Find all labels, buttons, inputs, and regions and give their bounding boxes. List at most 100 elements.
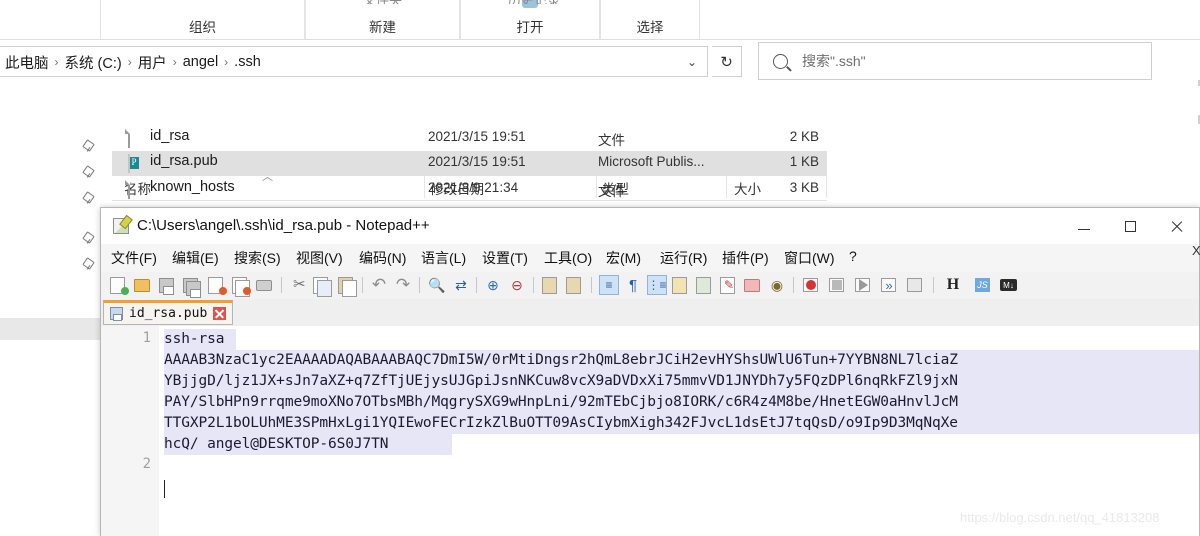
- pin-icon: [84, 233, 93, 244]
- breadcrumb-item-3[interactable]: angel: [179, 54, 222, 70]
- maximize-button[interactable]: [1107, 208, 1153, 244]
- pin-icon: [84, 259, 93, 270]
- open-folder-icon[interactable]: [133, 275, 153, 295]
- menu-item-run[interactable]: 运行(R): [660, 248, 707, 268]
- menu-item-settings[interactable]: 设置(T): [482, 248, 528, 268]
- sync-vertical-icon[interactable]: [541, 275, 561, 295]
- table-row[interactable]: id_rsa 2021/3/15 19:51 文件 2 KB: [112, 126, 827, 151]
- notepadpp-titlebar[interactable]: C:\Users\angel\.ssh\id_rsa.pub - Notepad…: [101, 208, 1199, 244]
- column-header-row: 名称 ︿ 修改日期 类型 大小: [0, 86, 1200, 201]
- tab-close-icon[interactable]: [213, 307, 227, 320]
- cut-icon[interactable]: ✂: [289, 275, 309, 295]
- ribbon-group-open[interactable]: 历史记录 打开: [460, 0, 600, 39]
- ribbon-group-organize[interactable]: 组织: [100, 0, 305, 39]
- toolbar-divider: [476, 277, 477, 293]
- code-content[interactable]: ssh-rsa AAAAB3NzaC1yc2EAAAADAQABAAABAQC7…: [164, 326, 1199, 536]
- function-list-icon[interactable]: ✎: [719, 275, 739, 295]
- menu-item-tools[interactable]: 工具(O): [544, 248, 592, 268]
- save-icon[interactable]: [157, 275, 177, 295]
- toolbar-divider: [933, 277, 934, 293]
- ribbon-group-clip-label: 历史记录: [469, 0, 599, 4]
- editor-area[interactable]: 1 2 ssh-rsa AAAAB3NzaC1yc2EAAAADAQABAAAB…: [101, 326, 1199, 536]
- file-modified-date: 2021/3/15 19:51: [428, 129, 526, 144]
- replace-icon[interactable]: ⇄: [451, 275, 471, 295]
- undo-icon[interactable]: ↶: [369, 275, 389, 295]
- file-name: id_rsa: [150, 128, 190, 144]
- close-all-icon[interactable]: [231, 275, 251, 297]
- show-all-characters-icon[interactable]: ¶: [623, 275, 643, 295]
- pin-icon: [84, 167, 93, 178]
- tab-id-rsa-pub[interactable]: id_rsa.pub: [103, 300, 234, 325]
- zoom-in-icon[interactable]: ⊕: [483, 275, 503, 295]
- record-macro-icon[interactable]: [801, 275, 821, 295]
- ribbon-group-clip-label: 文件夹: [306, 0, 459, 4]
- file-type: Microsoft Publis...: [598, 154, 705, 169]
- tab-label: id_rsa.pub: [129, 306, 208, 321]
- find-icon[interactable]: 🔍: [427, 275, 447, 295]
- breadcrumb-item-2[interactable]: 用户: [134, 52, 171, 73]
- ribbon-group-select[interactable]: 选择: [600, 0, 700, 39]
- close-file-icon[interactable]: [207, 275, 227, 295]
- refresh-button[interactable]: ↻: [712, 46, 742, 77]
- menu-item-macro[interactable]: 宏(M): [606, 248, 641, 268]
- breadcrumb-separator: ›: [127, 55, 132, 69]
- indent-guide-icon[interactable]: ⋮≡: [647, 275, 667, 295]
- table-row[interactable]: known_hosts 2021/8/9 21:34 文件 3 KB: [112, 177, 827, 202]
- breadcrumb-bar[interactable]: 此电脑 › 系统 (C:) › 用户 › angel › .ssh ⌄: [0, 46, 708, 77]
- menu-item-window[interactable]: 窗口(W): [784, 248, 835, 268]
- file-type: 文件: [598, 133, 625, 148]
- html-icon[interactable]: H: [943, 275, 963, 295]
- menu-item-help[interactable]: ?: [849, 248, 857, 264]
- monitoring-icon[interactable]: ◉: [767, 275, 787, 295]
- close-icon: [1170, 220, 1183, 233]
- word-wrap-icon[interactable]: ≡: [599, 275, 619, 295]
- menu-item-edit[interactable]: 编辑(E): [172, 248, 219, 268]
- menu-item-language[interactable]: 语言(L): [421, 248, 466, 268]
- zoom-out-icon[interactable]: ⊖: [507, 275, 527, 295]
- line-number-gutter: 1 2: [101, 326, 160, 536]
- copy-icon[interactable]: [313, 275, 333, 297]
- file-size: 1 KB: [789, 154, 819, 169]
- watermark-text: https://blog.csdn.net/qq_41813208: [960, 510, 1160, 525]
- line-number: 2: [142, 456, 151, 472]
- menu-item-view[interactable]: 视图(V): [296, 248, 343, 268]
- redo-icon[interactable]: ↷: [393, 275, 413, 295]
- play-macro-icon[interactable]: [853, 275, 873, 295]
- menu-item-encoding[interactable]: 编码(N): [359, 248, 406, 268]
- breadcrumb: 此电脑 › 系统 (C:) › 用户 › angel › .ssh: [1, 52, 265, 72]
- search-input[interactable]: 搜索".ssh": [758, 42, 1152, 80]
- folder-as-workspace-icon[interactable]: [743, 275, 763, 295]
- breadcrumb-item-4[interactable]: .ssh: [230, 54, 265, 70]
- js-icon[interactable]: JS: [973, 275, 993, 295]
- save-macro-icon[interactable]: [905, 275, 925, 295]
- menu-item-search[interactable]: 搜索(S): [234, 248, 281, 268]
- save-all-icon[interactable]: [181, 275, 201, 298]
- minimize-button[interactable]: [1061, 208, 1107, 244]
- menu-item-file[interactable]: 文件(F): [111, 248, 157, 268]
- menu-item-plugins[interactable]: 插件(P): [722, 248, 769, 268]
- fast-playback-icon[interactable]: »: [879, 275, 899, 295]
- publisher-letter: P: [131, 157, 137, 167]
- paste-icon[interactable]: [337, 275, 357, 297]
- close-button[interactable]: [1153, 208, 1199, 244]
- code-line: ssh-rsa: [164, 329, 236, 350]
- markdown-icon[interactable]: M↓: [999, 275, 1019, 295]
- text-caret: [164, 480, 165, 498]
- stop-macro-icon[interactable]: [827, 275, 847, 295]
- sync-horizontal-icon[interactable]: [565, 275, 585, 295]
- file-name: known_hosts: [150, 179, 235, 195]
- ribbon-toolbar: 组织 文件夹 新建 历史记录 打开 选择: [0, 0, 1200, 40]
- print-icon[interactable]: [255, 275, 275, 295]
- window-title: C:\Users\angel\.ssh\id_rsa.pub - Notepad…: [137, 217, 430, 234]
- secondary-close-icon[interactable]: X: [1192, 243, 1200, 258]
- document-map-icon[interactable]: [695, 275, 715, 295]
- breadcrumb-item-1[interactable]: 系统 (C:): [61, 52, 126, 73]
- breadcrumb-item-0[interactable]: 此电脑: [1, 52, 53, 73]
- chevron-down-icon[interactable]: ⌄: [687, 55, 697, 69]
- user-defined-language-icon[interactable]: [671, 275, 691, 295]
- toolbar-divider: [281, 277, 282, 293]
- ribbon-group-new[interactable]: 文件夹 新建: [305, 0, 460, 39]
- table-row[interactable]: P id_rsa.pub 2021/3/15 19:51 Microsoft P…: [112, 151, 827, 176]
- new-file-icon[interactable]: [109, 275, 129, 295]
- file-size: 2 KB: [789, 129, 819, 144]
